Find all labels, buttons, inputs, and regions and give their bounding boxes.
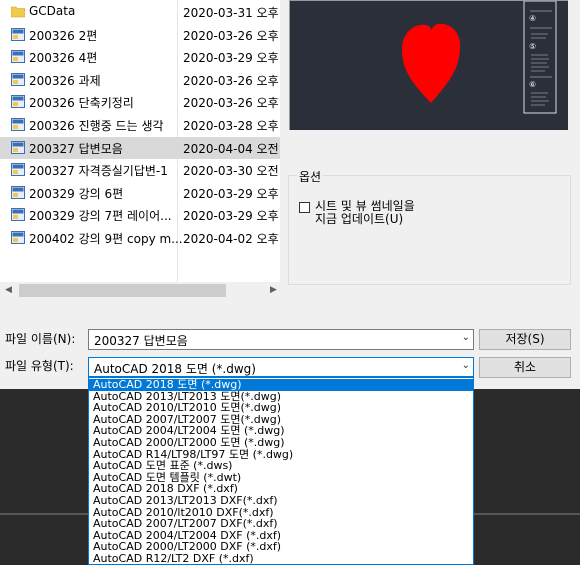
file-name: 200326 4편 [29, 51, 98, 66]
options-group: 옵션 [288, 168, 571, 285]
file-list-row[interactable]: 200326 2편 2020-03-26 오후 [0, 24, 280, 46]
filetype-option[interactable]: AutoCAD R12/LT2 DXF (*.dxf) [89, 553, 473, 564]
file-date: 2020-03-30 오전 [183, 164, 279, 179]
file-list-row[interactable]: 200327 답변모음 2020-04-04 오전 [0, 136, 280, 159]
file-date: 2020-03-31 오후 [183, 6, 279, 20]
options-legend: 옵션 [297, 168, 324, 185]
filetype-label: 파일 유형(T): [5, 359, 74, 373]
file-name: 200329 강의 7편 레이어... [29, 209, 172, 224]
file-name: 200329 강의 6편 [29, 186, 124, 201]
file-list-row[interactable]: 200327 자격증실기답변-1 2020-03-30 오전 [0, 159, 280, 181]
filetype-select[interactable]: AutoCAD 2018 도면 (*.dwg) ⌄ [88, 357, 474, 377]
filename-label: 파일 이름(N): [5, 332, 76, 346]
dwg-file-icon [11, 118, 25, 131]
file-list-row[interactable]: 200329 강의 7편 레이어... 2020-03-29 오후 [0, 204, 280, 226]
file-date: 2020-03-26 오후 [183, 28, 279, 43]
file-name: 200326 2편 [29, 28, 98, 43]
file-name: 200327 답변모음 [29, 141, 123, 156]
file-date: 2020-03-26 오후 [183, 73, 279, 88]
dwg-file-icon [11, 231, 25, 244]
drawing-preview: ④ ⑤ ⑥ [289, 0, 568, 130]
filename-input[interactable]: 200327 답변모음 ⌄ [88, 329, 474, 350]
file-date: 2020-04-04 오전 [183, 141, 279, 156]
dwg-file-icon [11, 50, 25, 64]
horizontal-scrollbar[interactable]: ◀ ▶ [0, 282, 282, 299]
dwg-file-icon [11, 72, 25, 86]
file-name: GCData [29, 4, 76, 18]
chevron-down-icon[interactable]: ⌄ [462, 360, 470, 371]
file-list-row[interactable]: 200326 단축키정리 2020-03-26 오후 [0, 91, 280, 113]
file-date: 2020-03-29 오후 [183, 209, 279, 224]
dwg-file-icon [11, 140, 25, 154]
scroll-right-icon[interactable]: ▶ [265, 282, 282, 299]
dwg-file-icon [11, 163, 25, 177]
file-list-row[interactable]: GCData 2020-03-31 오후 [0, 1, 280, 23]
dwg-file-icon [11, 185, 25, 199]
filetype-value: AutoCAD 2018 도면 (*.dwg) [94, 362, 256, 376]
filetype-option[interactable]: AutoCAD 2013/LT2013 DXF(*.dxf) [89, 495, 473, 507]
file-name: 200326 진행중 드는 생각 [29, 119, 164, 133]
dwg-file-icon [11, 95, 25, 109]
scrollbar-thumb[interactable] [19, 284, 226, 297]
file-list-row[interactable]: 200402 강의 9편 copy m... 2020-04-02 오후 [0, 227, 280, 249]
file-list-row[interactable]: 200326 진행중 드는 생각 2020-03-28 오후 [0, 114, 280, 136]
file-name: 200326 단축키정리 [29, 96, 134, 111]
checkbox-label-line2: 지금 업데이트(U) [315, 212, 404, 226]
svg-text:⑤: ⑤ [529, 42, 536, 51]
scroll-left-icon[interactable]: ◀ [0, 282, 17, 299]
file-list-row[interactable]: 200326 4편 2020-03-29 오후 [0, 46, 280, 68]
chevron-down-icon[interactable]: ⌄ [462, 332, 470, 343]
file-name: 200402 강의 9편 copy m... [29, 232, 183, 246]
file-date: 2020-03-29 오후 [183, 186, 279, 201]
file-list-row[interactable]: 200326 과제 2020-03-26 오후 [0, 69, 280, 91]
cancel-button[interactable]: 취소 [479, 357, 571, 378]
file-date: 2020-03-29 오후 [183, 51, 279, 66]
folder-icon [10, 5, 26, 18]
dwg-file-icon [11, 208, 25, 222]
svg-text:④: ④ [529, 14, 536, 23]
filetype-option[interactable]: AutoCAD 2018 도면 (*.dwg) [89, 379, 473, 391]
svg-text:⑥: ⑥ [529, 80, 536, 89]
update-thumbnails-checkbox[interactable] [299, 202, 310, 213]
file-name: 200326 과제 [29, 73, 101, 88]
file-list[interactable]: GCData 2020-03-31 오후 200326 2편 2020-03-26 오… [0, 0, 280, 282]
filetype-option[interactable]: AutoCAD 2000/LT2000 도면 (*.dwg) [89, 437, 473, 449]
file-name: 200327 자격증실기답변-1 [29, 164, 168, 179]
filetype-dropdown[interactable]: AutoCAD 2018 도면 (*.dwg) AutoCAD 2013/LT20… [88, 377, 474, 565]
save-button[interactable]: 저장(S) [479, 329, 571, 350]
dwg-file-icon [11, 27, 25, 41]
file-date: 2020-03-28 오후 [183, 119, 279, 133]
file-date: 2020-04-02 오후 [183, 232, 279, 246]
preview-canvas: ④ ⑤ ⑥ [290, 1, 568, 130]
filename-value: 200327 답변모음 [94, 334, 188, 348]
file-date: 2020-03-26 오후 [183, 96, 279, 111]
file-list-row[interactable]: 200329 강의 6편 2020-03-29 오후 [0, 182, 280, 204]
